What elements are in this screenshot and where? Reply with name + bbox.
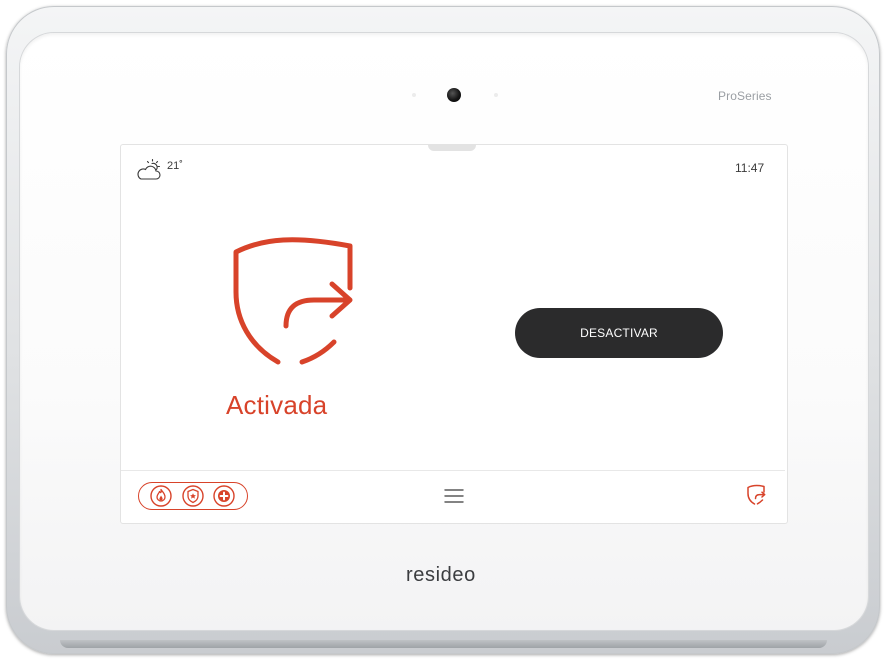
hamburger-menu-icon[interactable]	[443, 487, 465, 505]
brand-logo: resideo	[406, 564, 476, 586]
partly-cloudy-icon	[137, 158, 161, 180]
disarm-button-label: DESACTIVAR	[580, 326, 658, 340]
shield-armed-away-icon	[233, 237, 353, 365]
arm-status-label: Activada	[226, 390, 328, 420]
medical-cross-icon[interactable]	[212, 484, 236, 508]
proximity-sensor	[494, 93, 498, 97]
camera-lens	[447, 88, 461, 102]
flame-icon[interactable]	[149, 484, 173, 508]
shield-arm-away-icon[interactable]	[746, 484, 766, 506]
bottom-bar-divider	[121, 470, 785, 471]
series-label: ProSeries	[718, 89, 772, 103]
light-sensor	[412, 93, 416, 97]
panel-bottom-edge	[60, 640, 827, 648]
clock: 11:47	[735, 161, 765, 175]
pull-down-tab[interactable]	[428, 145, 476, 151]
police-badge-icon[interactable]	[181, 484, 205, 508]
disarm-button[interactable]: DESACTIVAR	[515, 308, 723, 358]
temperature-readout: 21˚	[167, 160, 183, 172]
